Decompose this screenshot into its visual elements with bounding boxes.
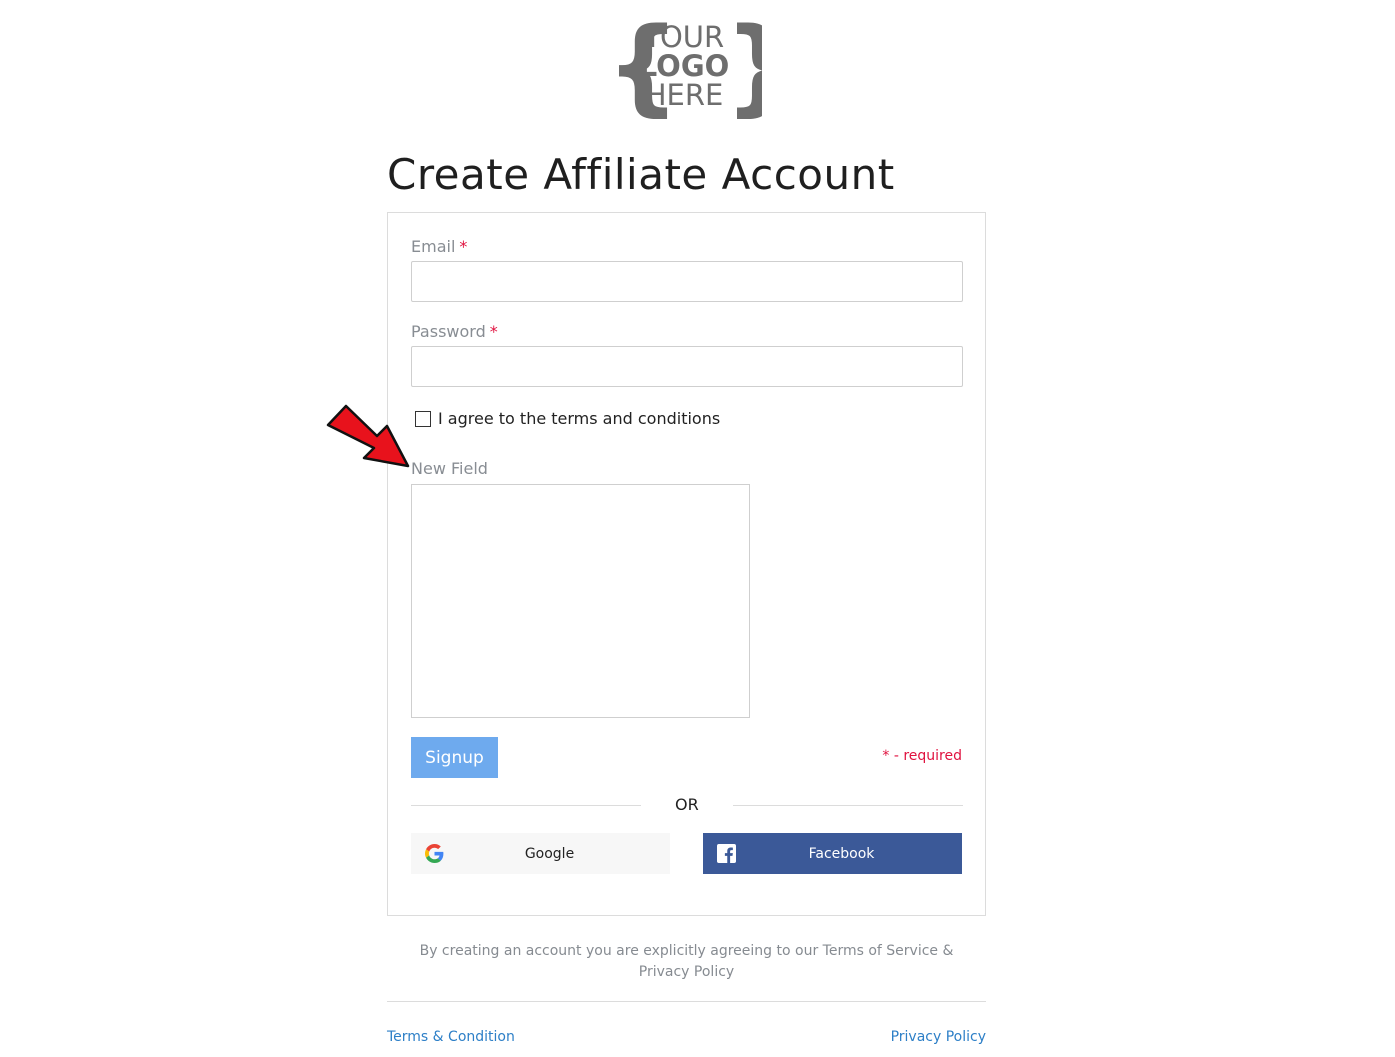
agree-terms-label[interactable]: I agree to the terms and conditions bbox=[438, 409, 720, 428]
facebook-button-label: Facebook bbox=[808, 845, 875, 862]
password-input[interactable] bbox=[411, 346, 963, 387]
email-label: Email * bbox=[411, 237, 467, 256]
new-field-label: New Field bbox=[411, 459, 488, 478]
terms-condition-link[interactable]: Terms & Condition bbox=[387, 1029, 515, 1045]
email-required-mark: * bbox=[459, 237, 468, 256]
agree-terms-row: I agree to the terms and conditions bbox=[415, 409, 720, 428]
email-label-text: Email bbox=[411, 237, 456, 256]
logo-line-3: HERE bbox=[645, 78, 724, 112]
privacy-policy-link[interactable]: Privacy Policy bbox=[891, 1029, 986, 1045]
or-divider-right bbox=[733, 805, 963, 806]
required-note: * - required bbox=[882, 748, 962, 764]
logo-brace-right: } bbox=[724, 10, 762, 120]
red-arrow-annotation bbox=[326, 404, 410, 468]
google-signup-button[interactable]: Google bbox=[411, 833, 670, 874]
password-label-text: Password bbox=[411, 322, 486, 341]
password-label: Password * bbox=[411, 322, 498, 341]
signup-form-card: Email * Password * I agree to the terms an… bbox=[387, 212, 986, 916]
new-field-textarea[interactable] bbox=[411, 484, 750, 718]
facebook-icon bbox=[717, 844, 736, 863]
footer-divider bbox=[387, 1001, 986, 1002]
terms-disclaimer: By creating an account you are explicitl… bbox=[387, 941, 986, 983]
or-divider-text: OR bbox=[675, 795, 699, 814]
disclaimer-line-2: Privacy Policy bbox=[638, 964, 735, 980]
page-title: Create Affiliate Account bbox=[387, 150, 895, 199]
signup-button[interactable]: Signup bbox=[411, 737, 498, 778]
disclaimer-line-1: By creating an account you are explicitl… bbox=[419, 943, 954, 959]
google-button-label: Google bbox=[524, 845, 575, 862]
password-required-mark: * bbox=[489, 322, 498, 341]
facebook-signup-button[interactable]: Facebook bbox=[703, 833, 962, 874]
email-input[interactable] bbox=[411, 261, 963, 302]
logo: { } YOUR LOGO HERE bbox=[606, 5, 798, 127]
google-icon bbox=[425, 844, 444, 863]
agree-terms-checkbox[interactable] bbox=[415, 410, 431, 427]
or-divider-left bbox=[411, 805, 641, 806]
